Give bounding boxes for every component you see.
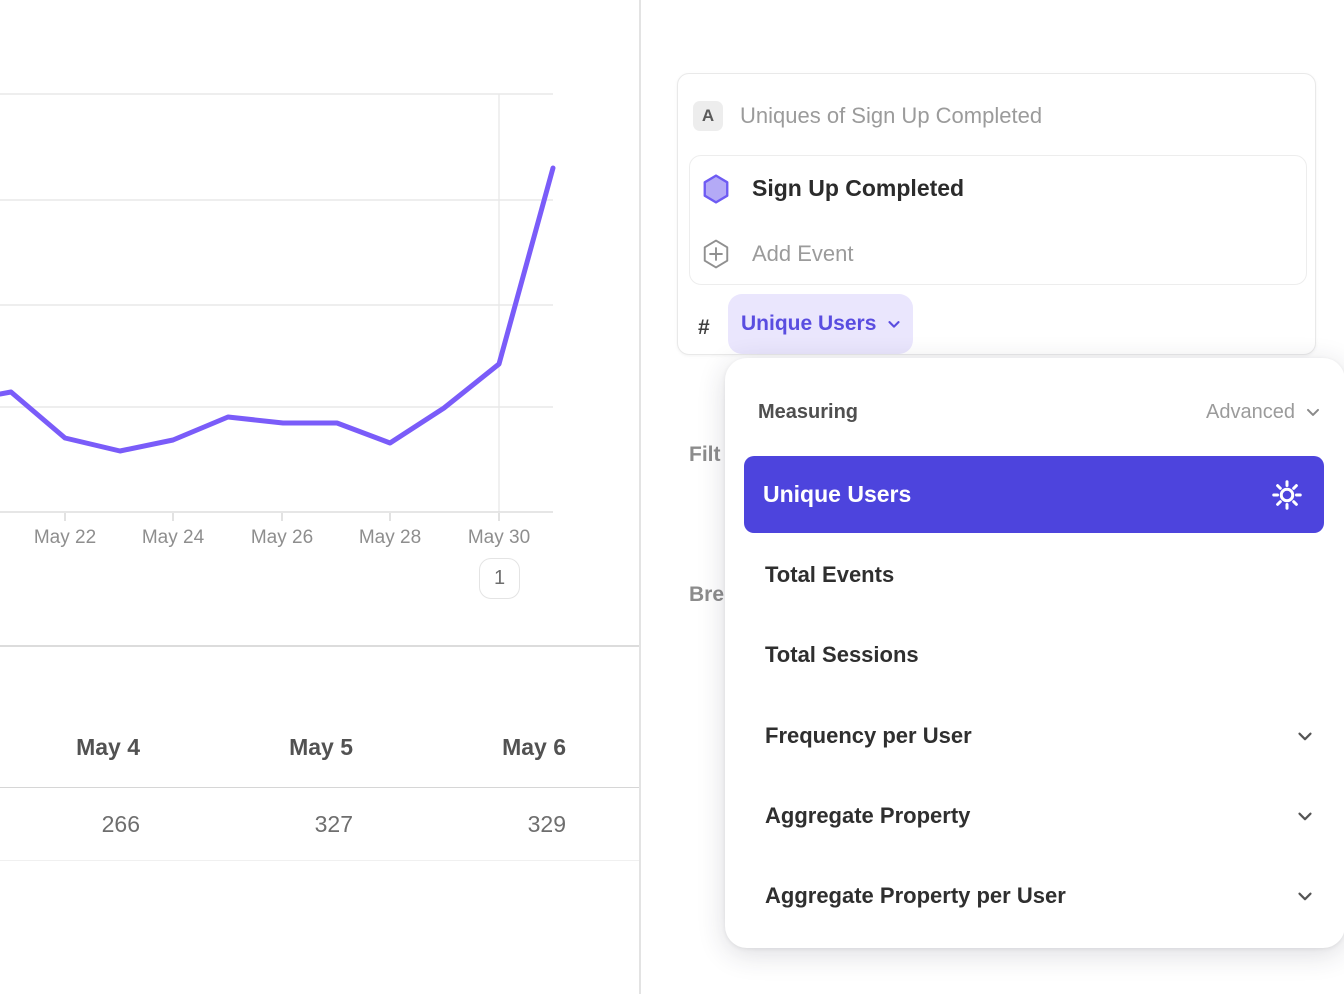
menu-item-label: Aggregate Property per User <box>765 883 1066 909</box>
menu-item-total-events[interactable]: Total Events <box>725 535 1344 615</box>
advanced-mode-toggle[interactable]: Advanced <box>1206 401 1323 424</box>
svg-text:May 30: May 30 <box>468 527 530 548</box>
table-header-may5[interactable]: May 5 <box>213 710 426 784</box>
add-event-icon <box>703 239 729 269</box>
breakdown-section-label: Bre <box>689 581 724 609</box>
pagination-current-page: 1 <box>494 567 505 590</box>
gear-icon[interactable] <box>1272 480 1302 510</box>
svg-text:May 26: May 26 <box>251 527 313 548</box>
menu-item-label: Total Events <box>765 562 894 588</box>
menu-item-label: Aggregate Property <box>765 803 970 829</box>
panel-divider <box>639 0 641 994</box>
measurement-selector[interactable]: Unique Users <box>728 294 913 354</box>
hexagon-event-icon <box>703 174 729 204</box>
table-header-may4[interactable]: May 4 <box>0 710 213 784</box>
add-event-label: Add Event <box>752 241 854 267</box>
menu-item-label: Total Sessions <box>765 642 919 668</box>
series-title: Uniques of Sign Up Completed <box>740 103 1042 129</box>
chevron-down-icon <box>885 315 903 333</box>
section-divider <box>0 645 639 647</box>
table-value-may5: 327 <box>213 788 426 860</box>
menu-item-frequency-per-user[interactable]: Frequency per User <box>725 696 1344 776</box>
menu-item-aggregate-property-per-user[interactable]: Aggregate Property per User <box>725 856 1344 936</box>
measuring-label: Measuring <box>758 401 858 424</box>
chevron-down-icon <box>1303 402 1323 422</box>
measuring-dropdown: Measuring Advanced Unique Users Total Ev… <box>725 358 1344 948</box>
table-row-separator <box>0 860 639 861</box>
menu-item-label: Frequency per User <box>765 723 972 749</box>
chevron-down-icon <box>1294 885 1316 907</box>
menu-item-label: Unique Users <box>763 481 911 508</box>
measurement-value: Unique Users <box>741 312 876 336</box>
dropdown-header: Measuring Advanced <box>725 386 1344 438</box>
svg-text:May 22: May 22 <box>34 527 96 548</box>
table-header-may6[interactable]: May 6 <box>426 710 639 784</box>
series-title-row: A Uniques of Sign Up Completed <box>693 101 1042 131</box>
table-value-may4: 266 <box>0 788 213 860</box>
menu-item-unique-users[interactable]: Unique Users <box>744 456 1324 533</box>
add-event-row[interactable]: Add Event <box>690 221 1306 286</box>
advanced-mode-label: Advanced <box>1206 401 1295 424</box>
table-header-row: May 4 May 5 May 6 <box>0 710 639 784</box>
menu-item-total-sessions[interactable]: Total Sessions <box>725 615 1344 695</box>
svg-text:May 24: May 24 <box>142 527 205 548</box>
chevron-down-icon <box>1294 725 1316 747</box>
chevron-down-icon <box>1294 805 1316 827</box>
event-card: Sign Up Completed Add Event <box>689 155 1307 285</box>
table-value-may6: 329 <box>426 788 639 860</box>
table-row: 266 327 329 <box>0 788 639 860</box>
pagination-badge[interactable]: 1 <box>479 558 520 599</box>
metric-card: A Uniques of Sign Up Completed Sign Up C… <box>677 73 1316 355</box>
filter-section-label: Filt <box>689 441 721 469</box>
line-chart: May 22 May 24 May 26 May 28 May 30 <box>0 0 639 650</box>
series-badge: A <box>693 101 723 131</box>
measurement-prefix: # <box>698 313 710 343</box>
event-row[interactable]: Sign Up Completed <box>690 156 1306 221</box>
event-name: Sign Up Completed <box>752 175 964 202</box>
menu-item-aggregate-property[interactable]: Aggregate Property <box>725 776 1344 856</box>
svg-text:May 28: May 28 <box>359 527 421 548</box>
